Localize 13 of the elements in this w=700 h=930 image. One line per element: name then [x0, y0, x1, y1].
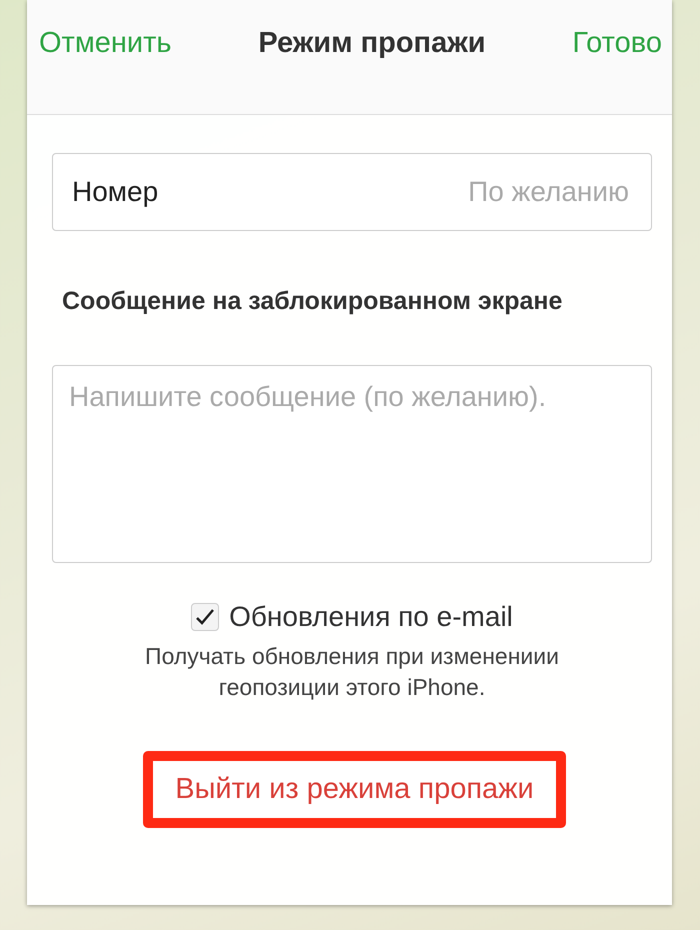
- done-button[interactable]: Готово: [572, 26, 662, 60]
- exit-lost-mode-button[interactable]: Выйти из режима пропажи: [143, 751, 566, 828]
- dialog-title: Режим пропажи: [258, 26, 486, 60]
- field-placeholder: По желанию: [468, 176, 629, 208]
- checkmark-icon: [194, 607, 216, 627]
- checkbox[interactable]: [191, 603, 220, 631]
- message-heading: Сообщение на заблокированном экране: [62, 286, 564, 317]
- checkbox-label: Обновления по e-mail: [229, 601, 513, 633]
- field-label: Номер: [72, 176, 158, 208]
- checkbox-description: Получать обновления при изменениии геопозиции этого iPhone.: [144, 642, 560, 702]
- phone-number-field[interactable]: Номер По желанию: [52, 153, 652, 231]
- cancel-button[interactable]: Отменить: [39, 26, 172, 60]
- message-field[interactable]: Напишите сообщение (по желанию).: [52, 365, 652, 563]
